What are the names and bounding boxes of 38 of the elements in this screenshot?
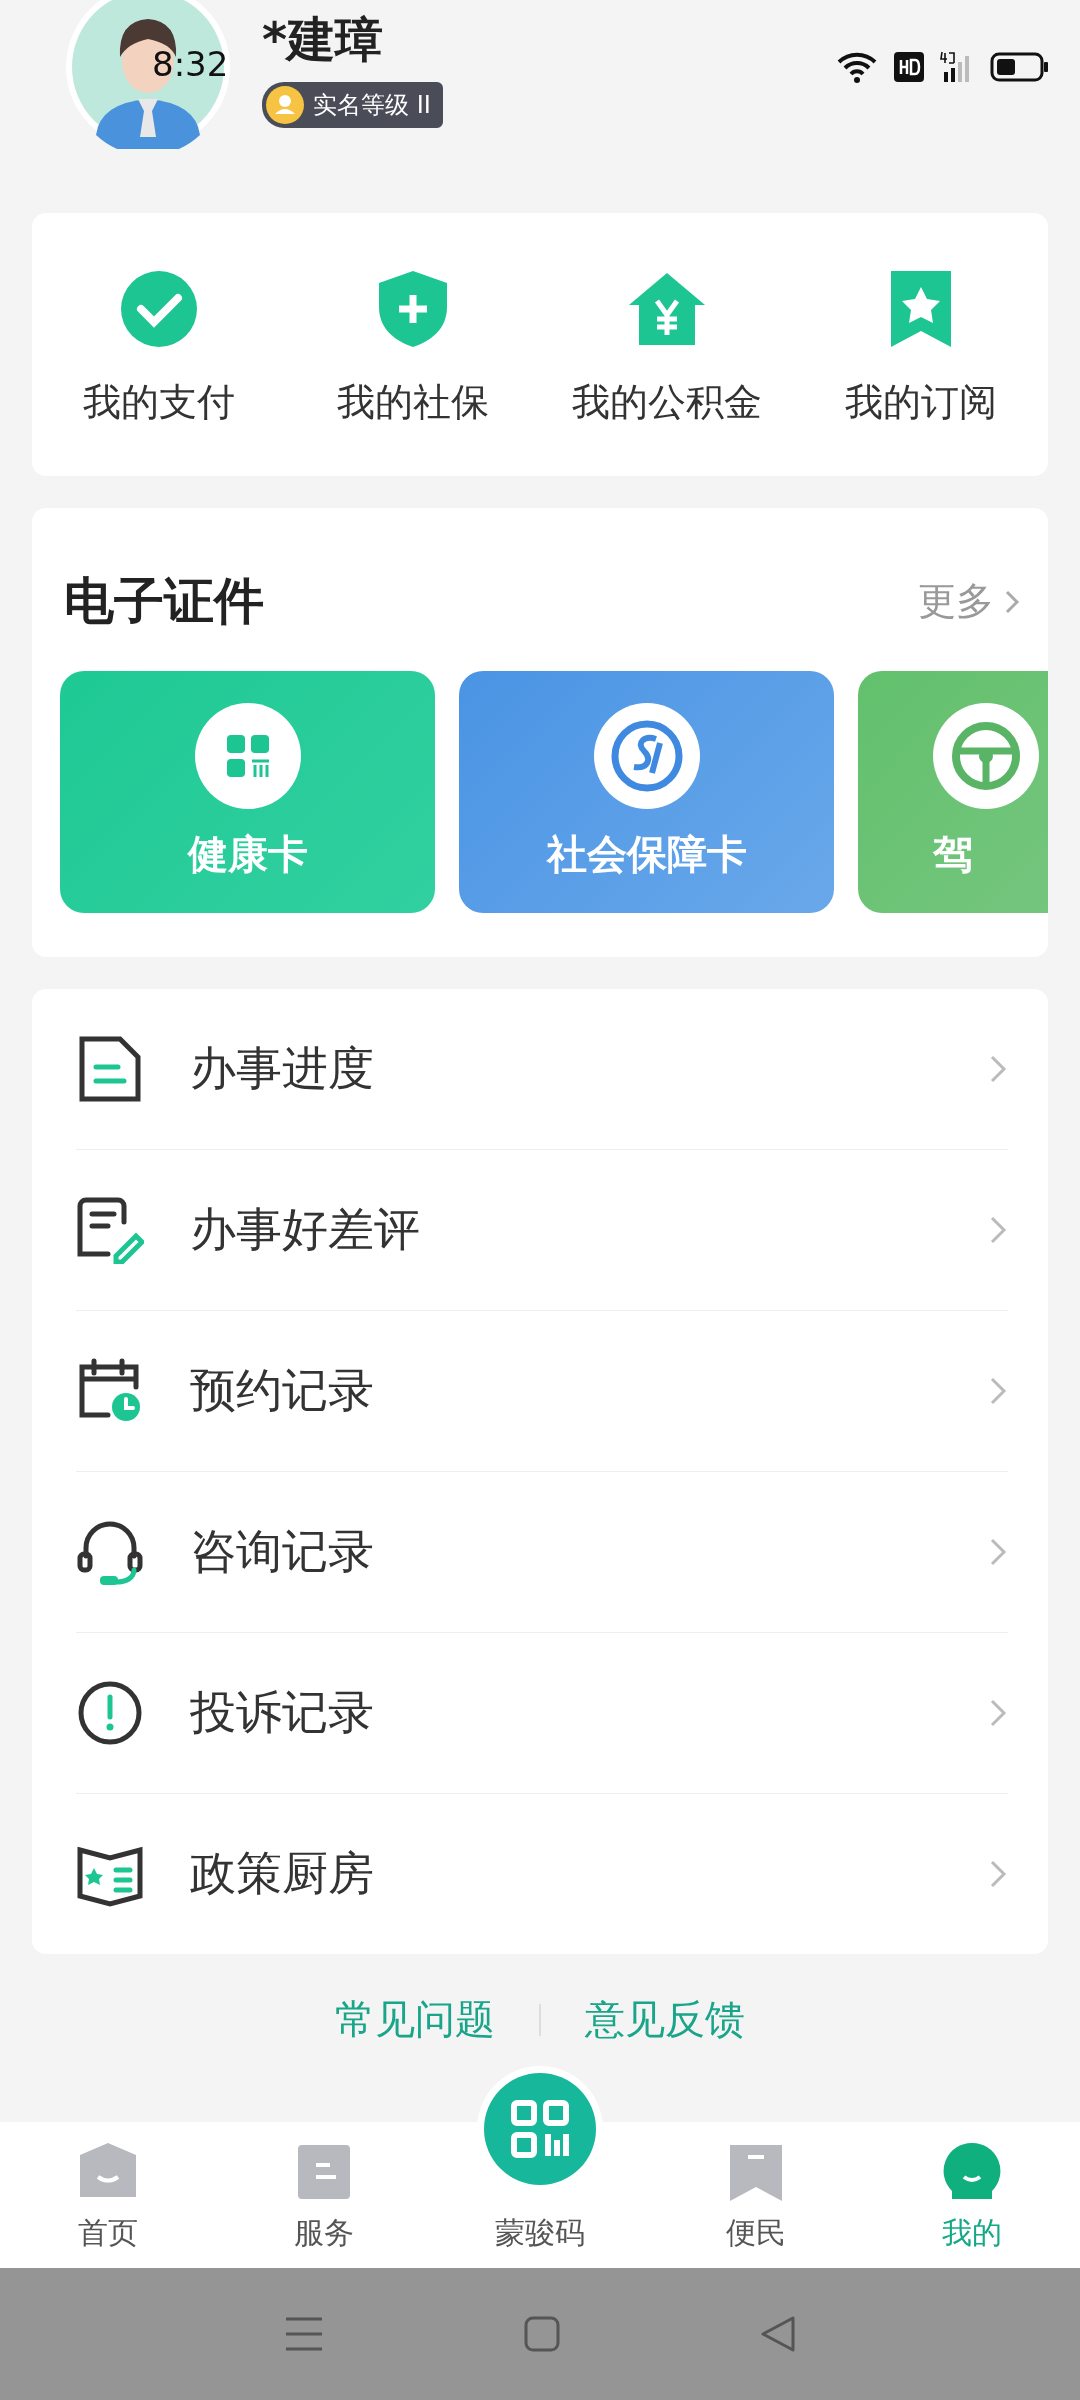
status-time: 8:32: [152, 44, 229, 84]
quick-action-label[interactable]: 我的公积金: [572, 377, 762, 428]
chevron-right-icon: [988, 1697, 1008, 1729]
wifi-icon: [836, 50, 878, 84]
quick-action-label[interactable]: 我的支付: [83, 377, 235, 428]
chevron-right-icon: [988, 1053, 1008, 1085]
battery-icon: [990, 52, 1048, 82]
emblem-icon: [593, 702, 700, 809]
tab-label[interactable]: 便民: [726, 2213, 786, 2254]
profile-icon: [942, 2141, 1002, 2201]
back-icon[interactable]: [760, 2316, 796, 2352]
steering-wheel-icon: [933, 702, 1039, 809]
chevron-right-icon: [988, 1214, 1008, 1246]
hd-icon: [894, 52, 924, 82]
menu-row[interactable]: 办事进度: [76, 989, 1008, 1150]
alert-circle-icon: [76, 1679, 144, 1747]
chevron-right-icon: [1004, 588, 1020, 615]
home-button-icon[interactable]: [524, 2316, 560, 2352]
menu-row[interactable]: 预约记录: [76, 1311, 1008, 1472]
menu-row[interactable]: 办事好差评: [76, 1150, 1008, 1311]
menu-row[interactable]: 咨询记录: [76, 1472, 1008, 1633]
menu-row[interactable]: 投诉记录: [76, 1633, 1008, 1794]
tab-label[interactable]: 服务: [294, 2213, 354, 2254]
user-icon: [265, 85, 305, 125]
note-pencil-icon: [76, 1196, 144, 1264]
qr-grid-icon: [194, 702, 301, 809]
tab-label[interactable]: 首页: [78, 2213, 138, 2254]
tab-label[interactable]: 蒙骏码: [495, 2213, 585, 2254]
user-name: *建璋: [262, 10, 385, 69]
section-title: 电子证件: [64, 571, 264, 632]
chevron-right-icon: [988, 1536, 1008, 1568]
verification-badge: 实名等级 II: [262, 82, 443, 128]
menu-row[interactable]: 政策厨房: [76, 1794, 1008, 1954]
quick-action-label[interactable]: 我的社保: [337, 377, 489, 428]
chevron-right-icon: [988, 1858, 1008, 1890]
quick-action-label[interactable]: 我的订阅: [845, 377, 997, 428]
chevron-right-icon: [988, 1375, 1008, 1407]
menu-icon[interactable]: [284, 2316, 324, 2352]
